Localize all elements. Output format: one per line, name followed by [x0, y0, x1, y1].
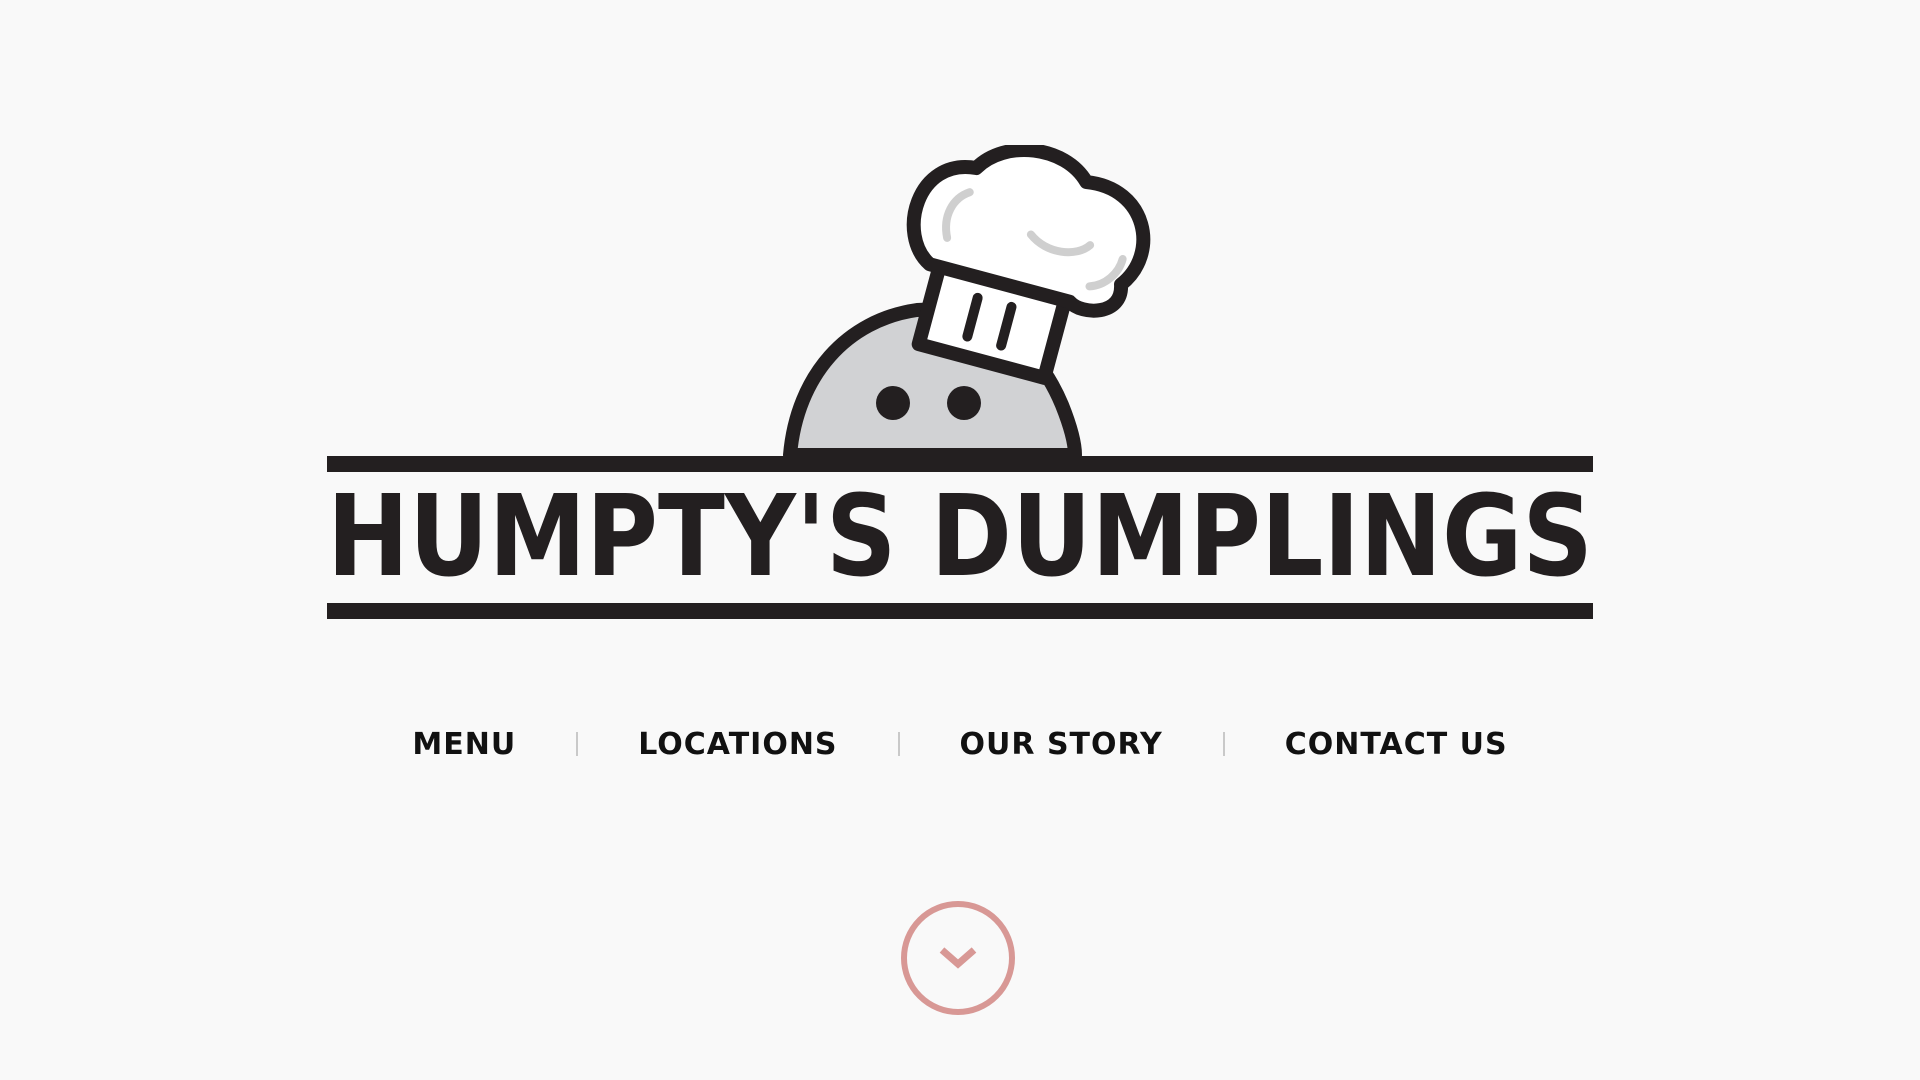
nav-item-our-story[interactable]: OUR STORY: [960, 727, 1163, 762]
nav-item-locations[interactable]: LOCATIONS: [638, 727, 837, 762]
nav-item-contact-us[interactable]: CONTACT US: [1285, 727, 1508, 762]
scroll-down-button[interactable]: [901, 901, 1015, 1015]
nav-separator: [897, 732, 900, 756]
main-nav: MENU LOCATIONS OUR STORY CONTACT US: [0, 720, 1920, 768]
brand-logo[interactable]: HUMPTY'S DUMPLINGS: [327, 145, 1593, 625]
nav-item-menu[interactable]: MENU: [412, 727, 516, 762]
chevron-down-icon: [939, 947, 977, 969]
logo-top-rule: [327, 456, 1593, 472]
nav-separator: [1222, 732, 1225, 756]
logo-bottom-rule: [327, 603, 1593, 619]
logo-wordmark: HUMPTY'S DUMPLINGS: [327, 472, 1593, 602]
chef-dumpling-icon: [783, 145, 1151, 462]
nav-separator: [576, 732, 579, 756]
logo-graphic: HUMPTY'S DUMPLINGS: [327, 145, 1593, 619]
